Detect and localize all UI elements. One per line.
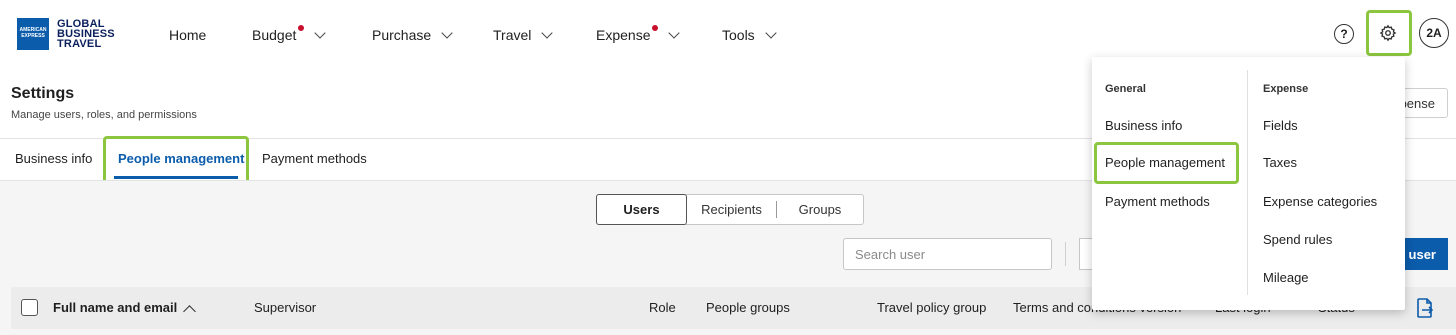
nav-expense[interactable]: Expense	[596, 25, 681, 44]
menu-item-mileage[interactable]: Mileage	[1263, 270, 1309, 285]
divider	[1247, 70, 1248, 295]
nav-budget[interactable]: Budget	[252, 25, 327, 44]
help-glyph: ?	[1340, 27, 1348, 41]
nav-home[interactable]: Home	[169, 26, 206, 44]
select-all-checkbox[interactable]	[21, 299, 38, 316]
notification-dot	[652, 25, 659, 31]
segment-users[interactable]: Users	[596, 194, 687, 225]
chevron-down-icon	[541, 26, 554, 39]
export-icon[interactable]	[1416, 298, 1434, 318]
menu-item-spend-rules[interactable]: Spend rules	[1263, 232, 1332, 247]
search-input[interactable]: Search user	[843, 238, 1052, 270]
chevron-down-icon	[765, 26, 777, 39]
nav-tools-label: Tools	[722, 27, 755, 43]
divider	[1065, 242, 1066, 266]
tab-highlight	[103, 136, 249, 184]
column-people-groups[interactable]: People groups	[706, 300, 790, 315]
notification-dot	[298, 25, 305, 31]
chevron-down-icon	[441, 26, 453, 39]
menu-heading-expense: Expense	[1263, 83, 1309, 95]
column-role[interactable]: Role	[649, 300, 676, 315]
menu-item-business-info[interactable]: Business info	[1105, 118, 1182, 133]
page-subtitle: Manage users, roles, and permissions	[11, 109, 197, 121]
nav-tools[interactable]: Tools	[722, 26, 777, 44]
nav-travel-label: Travel	[493, 27, 532, 43]
segment-groups[interactable]: Groups	[777, 194, 863, 225]
segment-recipients[interactable]: Recipients	[687, 194, 776, 225]
menu-heading-general: General	[1105, 83, 1146, 95]
gear-icon[interactable]	[1379, 24, 1397, 42]
page-title: Settings	[11, 85, 75, 102]
chevron-down-icon	[668, 26, 681, 39]
column-full-name[interactable]: Full name and email	[53, 300, 177, 315]
column-travel-policy-group[interactable]: Travel policy group	[877, 300, 986, 315]
menu-item-payment-methods[interactable]: Payment methods	[1105, 194, 1210, 209]
nav-home-label: Home	[169, 27, 207, 43]
brand-name: GLOBAL BUSINESS TRAVEL	[57, 18, 115, 50]
nav-purchase[interactable]: Purchase	[372, 26, 453, 44]
amex-logo[interactable]: AMERICAN EXPRESS	[17, 18, 49, 50]
help-icon[interactable]: ?	[1334, 24, 1354, 44]
menu-item-highlight	[1094, 142, 1239, 184]
tab-payment-methods[interactable]: Payment methods	[262, 151, 367, 166]
menu-item-expense-categories[interactable]: Expense categories	[1263, 194, 1377, 209]
menu-item-taxes[interactable]: Taxes	[1263, 155, 1297, 170]
nav-budget-label: Budget	[252, 27, 297, 43]
nav-travel[interactable]: Travel	[493, 26, 554, 44]
avatar[interactable]: 2A	[1419, 18, 1449, 48]
nav-expense-label: Expense	[596, 27, 651, 43]
menu-item-fields[interactable]: Fields	[1263, 118, 1298, 133]
logo-text: AMERICAN EXPRESS	[19, 27, 47, 39]
tab-business-info[interactable]: Business info	[15, 151, 92, 166]
column-supervisor[interactable]: Supervisor	[254, 300, 316, 315]
nav-purchase-label: Purchase	[372, 27, 432, 43]
chevron-down-icon	[314, 26, 327, 39]
